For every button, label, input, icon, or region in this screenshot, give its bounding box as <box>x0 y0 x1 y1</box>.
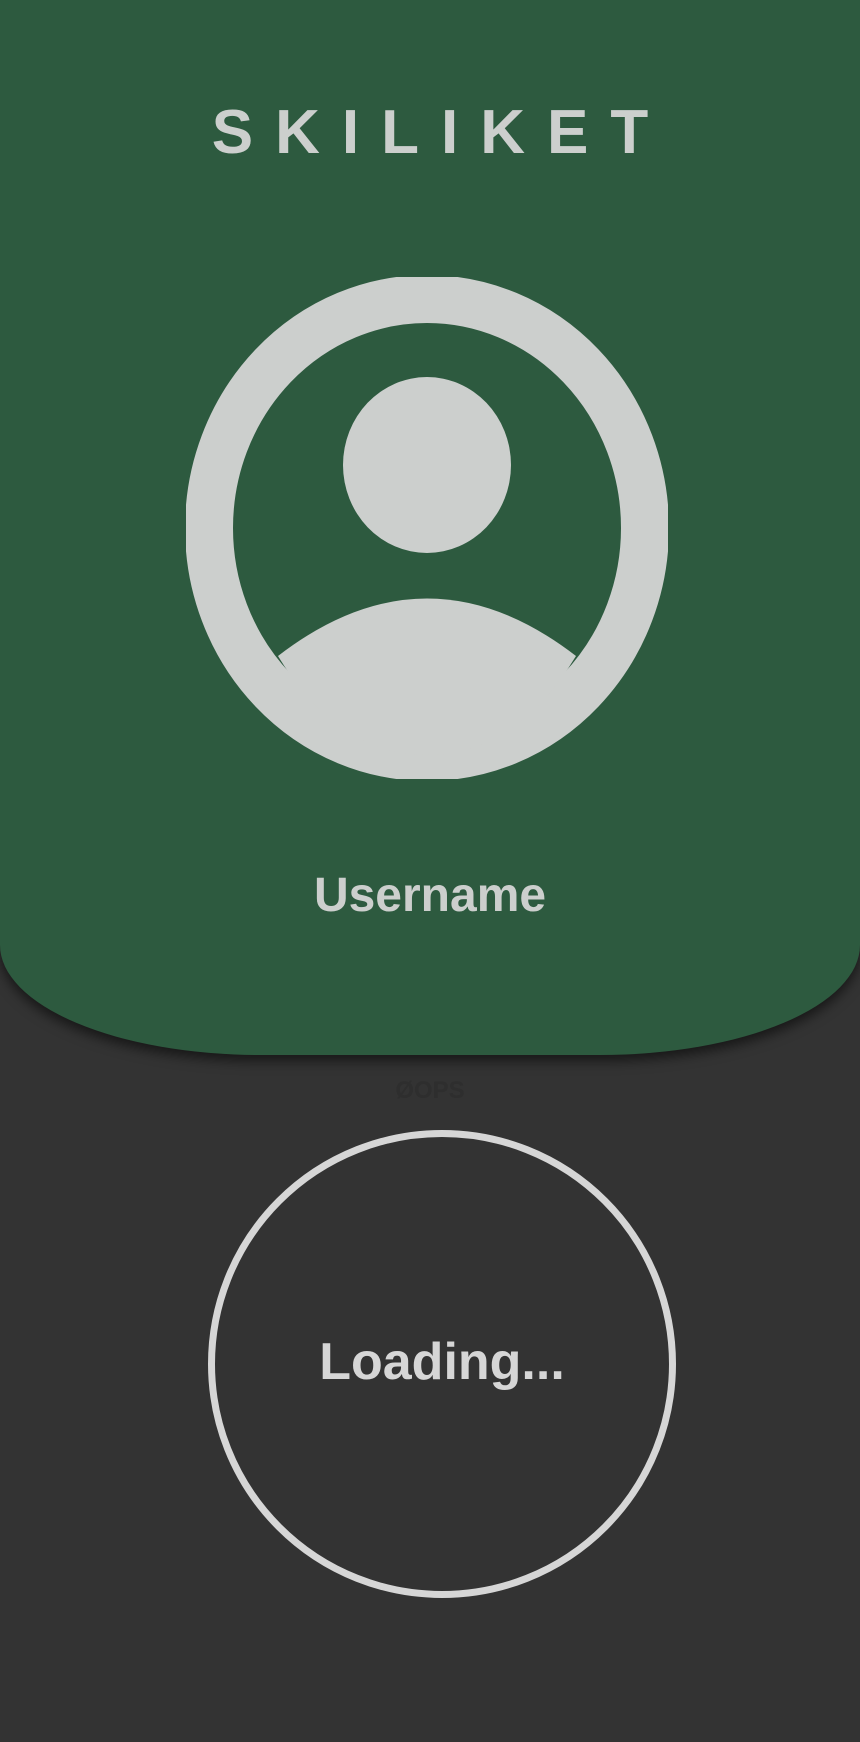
account-circle-icon <box>186 277 668 779</box>
loading-label: Loading... <box>319 1333 565 1391</box>
profile-header-panel: SKILIKET Username <box>0 0 860 1055</box>
faint-status-label: ØOPS <box>395 1077 465 1104</box>
app-title: SKILIKET <box>211 98 671 167</box>
username-label: Username <box>313 869 547 922</box>
